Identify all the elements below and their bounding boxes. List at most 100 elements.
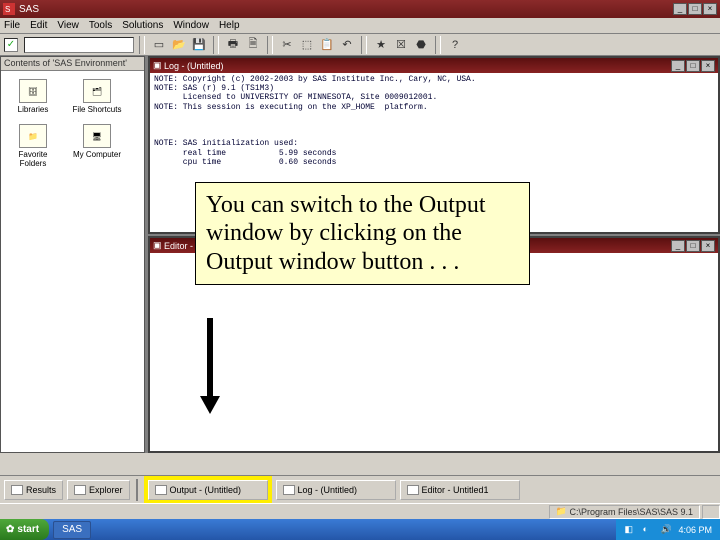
explorer-icon	[74, 485, 86, 495]
windows-logo-icon: ✿	[6, 524, 14, 535]
explorer-item-label: My Computer	[73, 150, 121, 159]
separator	[267, 36, 273, 54]
callout-text: You can switch to the Output window by c…	[206, 192, 486, 275]
mdi-close-button[interactable]: ×	[701, 240, 715, 252]
explorer-item-label: Libraries	[18, 105, 49, 114]
tab-editor[interactable]: Editor - Untitled1	[400, 480, 520, 500]
status-path-text: C:\Program Files\SAS\SAS 9.1	[569, 507, 693, 517]
app-title: SAS	[19, 4, 39, 15]
tray-icon[interactable]: ◧	[624, 524, 636, 536]
log-icon	[283, 485, 295, 495]
menu-edit[interactable]: Edit	[30, 20, 47, 31]
mdi-minimize-button[interactable]: _	[671, 60, 685, 72]
menu-view[interactable]: View	[57, 20, 79, 31]
open-icon[interactable]: 📂	[170, 36, 188, 54]
tab-log[interactable]: Log - (Untitled)	[276, 480, 396, 500]
tutorial-callout: You can switch to the Output window by c…	[195, 182, 530, 285]
highlight-box: Output - (Untitled)	[144, 476, 272, 504]
explorer-item-libraries[interactable]: 🗄 Libraries	[7, 79, 59, 114]
sas-application-window: S SAS _ □ × File Edit View Tools Solutio…	[0, 0, 720, 540]
command-input[interactable]	[24, 37, 134, 53]
mdi-minimize-button[interactable]: _	[671, 240, 685, 252]
clear-icon[interactable]: ☒	[392, 36, 410, 54]
editor-icon	[407, 485, 419, 495]
tab-label: Results	[26, 485, 56, 495]
volume-icon[interactable]: 🔊	[660, 524, 672, 536]
titlebar: S SAS _ □ ×	[0, 0, 720, 18]
folder-icon: 📁	[556, 506, 567, 517]
menu-window[interactable]: Window	[173, 20, 209, 31]
start-button[interactable]: ✿ start	[0, 519, 49, 540]
tab-label: Output - (Untitled)	[170, 485, 242, 495]
explorer-item-my-computer[interactable]: 🖥 My Computer	[71, 124, 123, 168]
document-icon: ▣	[153, 60, 162, 71]
menu-tools[interactable]: Tools	[89, 20, 112, 31]
output-icon	[155, 485, 167, 495]
window-controls: _ □ ×	[673, 3, 717, 15]
copy-icon[interactable]: ⬚	[298, 36, 316, 54]
print-icon[interactable]: 🖶	[224, 36, 242, 54]
explorer-item-favorite-folders[interactable]: 📁 Favorite Folders	[7, 124, 59, 168]
file-shortcuts-icon: 🗂	[83, 79, 111, 103]
windows-taskbar: ✿ start SAS ◧ ◐ 🔊 4:06 PM	[0, 519, 720, 540]
explorer-item-file-shortcuts[interactable]: 🗂 File Shortcuts	[71, 79, 123, 114]
mdi-maximize-button[interactable]: □	[686, 240, 700, 252]
libraries-icon: 🗄	[19, 79, 47, 103]
my-computer-icon: 🖥	[83, 124, 111, 148]
menu-solutions[interactable]: Solutions	[122, 20, 163, 31]
document-icon: ▣	[153, 240, 162, 251]
minimize-button[interactable]: _	[673, 3, 687, 15]
paste-icon[interactable]: 📋	[318, 36, 336, 54]
explorer-pane: Contents of 'SAS Environment' 🗄 Librarie…	[0, 56, 145, 453]
toolbar: ✓ ▭ 📂 💾 🖶 🗎 ✂ ⬚ 📋 ↶ ★ ☒ ⬣ ?	[0, 34, 720, 56]
maximize-button[interactable]: □	[688, 3, 702, 15]
tab-label: Editor - Untitled1	[422, 485, 489, 495]
new-icon[interactable]: ▭	[150, 36, 168, 54]
mdi-close-button[interactable]: ×	[701, 60, 715, 72]
taskbar-item-sas[interactable]: SAS	[53, 521, 91, 539]
start-label: start	[17, 524, 39, 535]
status-path: 📁 C:\Program Files\SAS\SAS 9.1	[549, 505, 700, 519]
results-icon	[11, 485, 23, 495]
explorer-heading: Contents of 'SAS Environment'	[1, 57, 144, 71]
tab-label: Explorer	[89, 485, 123, 495]
save-icon[interactable]: 💾	[190, 36, 208, 54]
svg-text:S: S	[5, 5, 10, 14]
log-text[interactable]: NOTE: Copyright (c) 2002-2003 by SAS Ins…	[150, 73, 718, 169]
tab-explorer[interactable]: Explorer	[67, 480, 130, 500]
clock[interactable]: 4:06 PM	[678, 525, 712, 535]
statusbar: 📁 C:\Program Files\SAS\SAS 9.1	[0, 503, 720, 519]
menu-help[interactable]: Help	[219, 20, 240, 31]
favorite-folders-icon: 📁	[19, 124, 47, 148]
menubar: File Edit View Tools Solutions Window He…	[0, 18, 720, 34]
explorer-item-label: File Shortcuts	[73, 105, 122, 114]
break-icon[interactable]: ⬣	[412, 36, 430, 54]
status-cell	[702, 505, 720, 519]
submit-icon[interactable]: ★	[372, 36, 390, 54]
window-bar: Results Explorer Output - (Untitled) Log…	[0, 475, 720, 503]
undo-icon[interactable]: ↶	[338, 36, 356, 54]
tray-icon[interactable]: ◐	[642, 524, 654, 536]
separator	[361, 36, 367, 54]
tab-label: Log - (Untitled)	[298, 485, 358, 495]
print-preview-icon[interactable]: 🗎	[244, 36, 262, 54]
checkmark-icon[interactable]: ✓	[4, 38, 18, 52]
separator	[139, 36, 145, 54]
close-button[interactable]: ×	[703, 3, 717, 15]
separator	[213, 36, 219, 54]
separator	[136, 479, 138, 501]
cut-icon[interactable]: ✂	[278, 36, 296, 54]
log-window-title: Log - (Untitled)	[164, 61, 224, 71]
help-icon[interactable]: ?	[446, 36, 464, 54]
explorer-item-label: Favorite Folders	[7, 150, 59, 168]
tab-output[interactable]: Output - (Untitled)	[148, 480, 268, 500]
separator	[435, 36, 441, 54]
system-tray: ◧ ◐ 🔊 4:06 PM	[616, 519, 720, 540]
mdi-maximize-button[interactable]: □	[686, 60, 700, 72]
down-arrow-icon	[200, 318, 220, 418]
taskbar-item-label: SAS	[62, 524, 82, 535]
menu-file[interactable]: File	[4, 20, 20, 31]
log-window-titlebar[interactable]: ▣ Log - (Untitled) _ □ ×	[150, 58, 718, 73]
app-icon: S	[3, 3, 15, 15]
tab-results[interactable]: Results	[4, 480, 63, 500]
